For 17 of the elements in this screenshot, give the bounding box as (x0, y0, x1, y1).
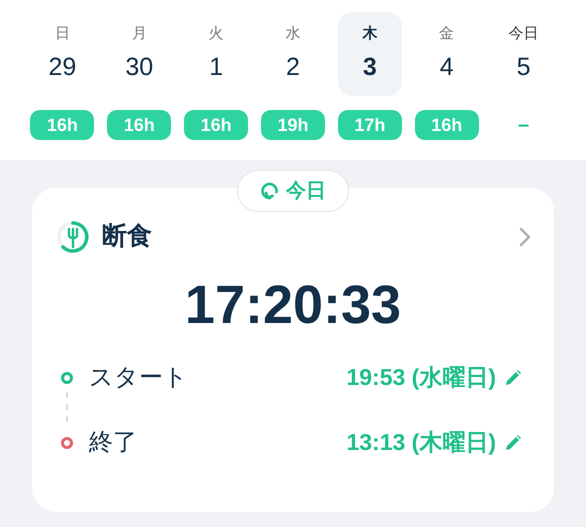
fast-duration-badge: 16h (414, 110, 479, 140)
fast-duration-badge: 16h (107, 110, 172, 140)
event-label: 終了 (89, 428, 137, 458)
fast-duration-badge: 16h (184, 110, 248, 140)
card-title: 断食 (102, 221, 152, 252)
pencil-icon[interactable] (504, 368, 522, 386)
refresh-icon (260, 181, 280, 201)
fast-duration: – (518, 113, 530, 138)
fork-progress-icon (56, 220, 90, 254)
fast-duration-badge: 19h (261, 110, 325, 140)
day-tab[interactable]: 木 3 (338, 12, 402, 96)
chevron-right-icon[interactable] (518, 226, 532, 248)
fasting-timer: 17:20:33 (184, 278, 402, 332)
pencil-icon[interactable] (504, 434, 522, 452)
fast-duration-badge: 16h (30, 110, 94, 140)
event-label: スタート (89, 362, 188, 392)
fast-duration-badge: 17h (338, 110, 402, 140)
